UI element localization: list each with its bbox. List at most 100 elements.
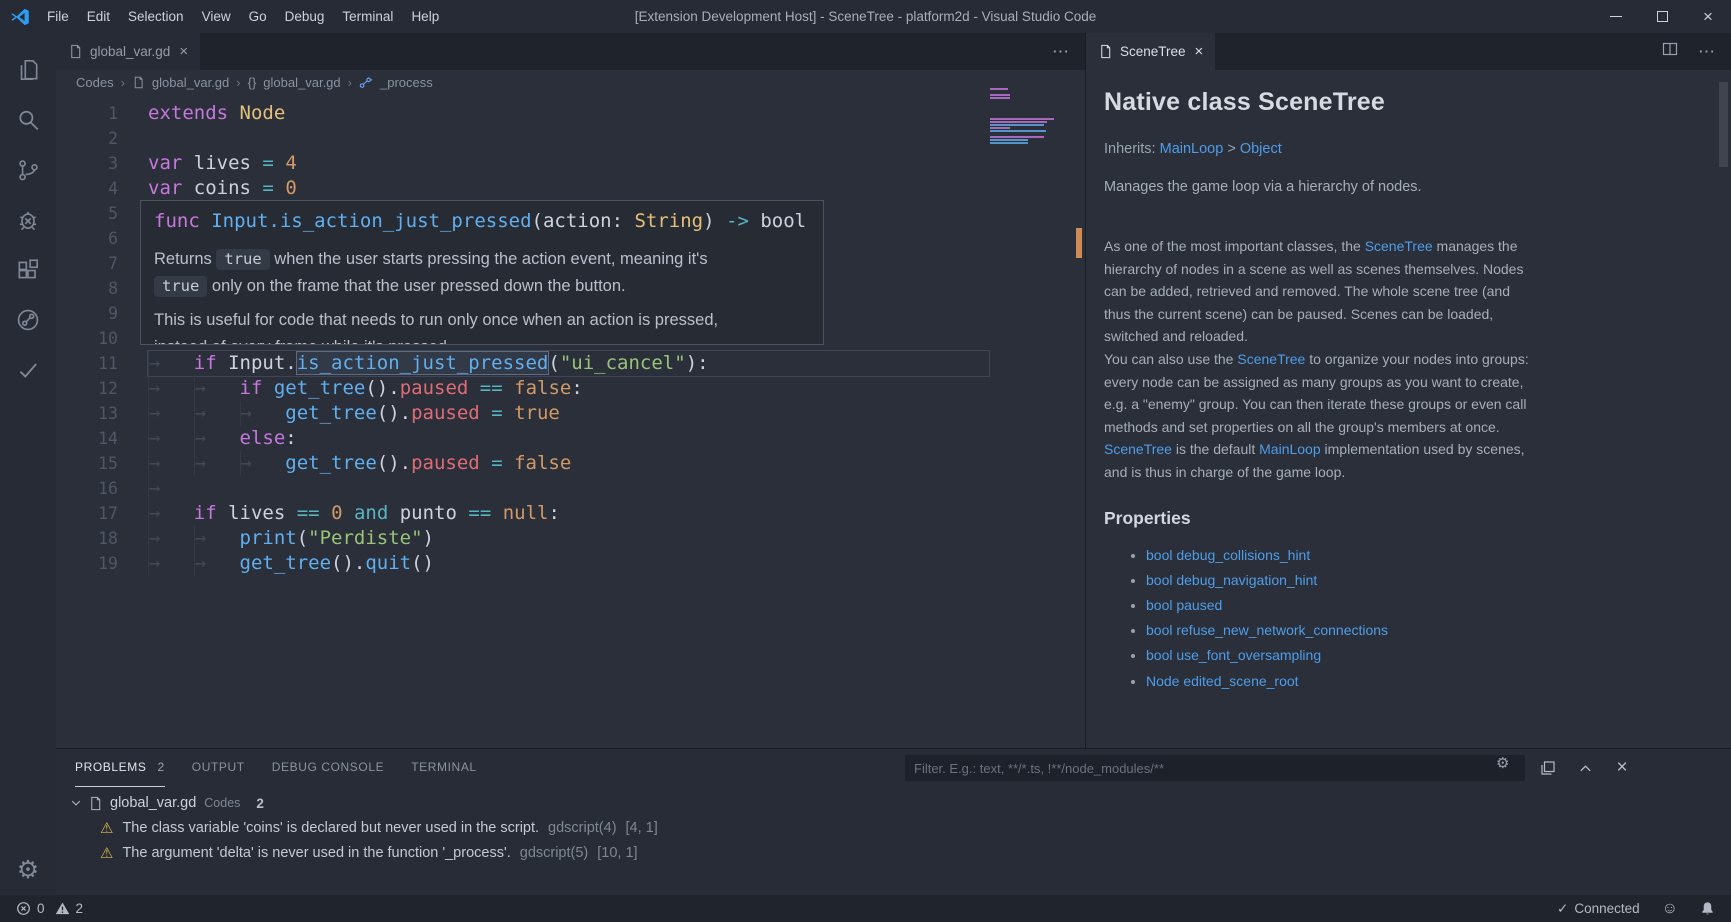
highlighted-word: is_action_just_pressed: [297, 352, 549, 374]
minimap-line: [990, 133, 996, 135]
code-line: 2: [56, 126, 1085, 151]
minimap[interactable]: [990, 88, 1062, 150]
close-panel-icon[interactable]: ×: [1612, 757, 1632, 779]
breadcrumb-folder[interactable]: Codes: [76, 75, 114, 90]
property-link[interactable]: bool refuse_new_network_connections: [1146, 618, 1711, 643]
line-content: →→if get_tree().paused == false:: [148, 376, 989, 401]
extensions-icon[interactable]: [4, 245, 52, 295]
line-number: 17: [56, 501, 118, 526]
doc-link[interactable]: SceneTree: [1237, 351, 1305, 367]
tab-scenetree[interactable]: SceneTree ×: [1086, 33, 1215, 70]
maximize-button[interactable]: [1639, 0, 1685, 33]
problems-count-badge: 2: [256, 796, 264, 811]
braces-symbol-icon: {}: [248, 75, 257, 90]
line-number: 10: [56, 326, 118, 351]
line-number: 7: [56, 251, 118, 276]
doc-link[interactable]: Object: [1240, 141, 1282, 157]
code-line: 13→→→get_tree().paused = true: [56, 401, 1085, 426]
connection-status[interactable]: ✓ Connected: [1557, 901, 1640, 917]
doc-title: Native class SceneTree: [1104, 88, 1711, 117]
line-number: 16: [56, 476, 118, 501]
tab-global-var-gd[interactable]: global_var.gd ×: [56, 33, 200, 70]
close-tab-icon[interactable]: ×: [177, 43, 190, 60]
live-share-icon[interactable]: [4, 295, 52, 345]
line-content: →: [148, 476, 989, 501]
minimap-line: [990, 97, 1010, 99]
doc-link[interactable]: MainLoop: [1160, 141, 1224, 157]
doc-scrollbar[interactable]: [1719, 82, 1728, 167]
problems-filter-input[interactable]: [905, 755, 1525, 781]
minimap-line: [990, 124, 1044, 126]
menu-debug[interactable]: Debug: [276, 0, 334, 33]
problems-status[interactable]: 0 2: [16, 901, 83, 916]
split-editor-icon[interactable]: [1662, 41, 1678, 62]
panel-tab-problems[interactable]: PROBLEMS2: [75, 749, 165, 787]
property-link[interactable]: Node edited_scene_root: [1146, 669, 1711, 694]
chevron-right-icon: ›: [121, 75, 125, 90]
panel-tab-output[interactable]: OUTPUT: [192, 749, 245, 787]
chevron-up-icon[interactable]: [1575, 761, 1595, 776]
errors-icon: [16, 901, 31, 916]
line-number: 2: [56, 126, 118, 151]
code-line: 12→→if get_tree().paused == false:: [56, 376, 1085, 401]
property-link[interactable]: bool debug_collisions_hint: [1146, 543, 1711, 568]
code-line: 15→→→get_tree().paused = false: [56, 451, 1085, 476]
debug-icon[interactable]: [4, 195, 52, 245]
hover-body: Returns true when the user starts pressi…: [141, 246, 823, 345]
doc-link[interactable]: SceneTree: [1365, 238, 1433, 254]
close-tab-icon[interactable]: ×: [1193, 43, 1206, 60]
notifications-bell-icon[interactable]: [1700, 901, 1715, 916]
warning-icon: ⚠: [100, 844, 113, 862]
property-link[interactable]: bool use_font_oversampling: [1146, 643, 1711, 668]
explorer-icon[interactable]: [4, 45, 52, 95]
more-actions-icon[interactable]: ⋯: [1052, 42, 1069, 62]
code-line: 14→→else:: [56, 426, 1085, 451]
menu-file[interactable]: File: [38, 0, 78, 33]
code-line: 1extends Node: [56, 101, 1085, 126]
restore-panel-icon[interactable]: [1538, 760, 1558, 776]
source-control-icon[interactable]: [4, 145, 52, 195]
menu-edit[interactable]: Edit: [78, 0, 119, 33]
line-number: 1: [56, 101, 118, 126]
code-line: 17→if lives == 0 and punto == null:: [56, 501, 1085, 526]
line-number: 8: [56, 276, 118, 301]
minimize-button[interactable]: [1593, 0, 1639, 33]
status-bar: 0 2 ✓ Connected ☺: [0, 895, 1731, 922]
more-actions-icon[interactable]: ⋯: [1698, 42, 1715, 62]
filter-gear-icon[interactable]: ⚙: [1496, 754, 1509, 772]
menu-selection[interactable]: Selection: [119, 0, 193, 33]
search-icon[interactable]: [4, 95, 52, 145]
problem-row[interactable]: ⚠The class variable 'coins' is declared …: [56, 815, 1731, 840]
vscode-window: FileEditSelectionViewGoDebugTerminalHelp…: [0, 0, 1731, 922]
menu-bar: FileEditSelectionViewGoDebugTerminalHelp: [38, 0, 448, 33]
breadcrumb-method[interactable]: _process: [380, 75, 433, 90]
feedback-smiley-icon[interactable]: ☺: [1662, 900, 1678, 918]
line-number: 15: [56, 451, 118, 476]
warning-count: 2: [76, 901, 84, 916]
close-button[interactable]: ×: [1685, 0, 1731, 33]
manage-gear-icon[interactable]: ⚙: [17, 855, 39, 885]
minimap-line: [990, 142, 1028, 144]
property-link[interactable]: bool paused: [1146, 593, 1711, 618]
breadcrumb-file[interactable]: global_var.gd: [152, 75, 229, 90]
line-number: 11: [56, 351, 118, 376]
window-controls: ×: [1593, 0, 1731, 33]
problem-row[interactable]: ⚠The argument 'delta' is never used in t…: [56, 840, 1731, 865]
menu-help[interactable]: Help: [402, 0, 448, 33]
menu-go[interactable]: Go: [240, 0, 276, 33]
breadcrumb-symbol-file[interactable]: global_var.gd: [263, 75, 340, 90]
doc-link[interactable]: SceneTree: [1104, 441, 1172, 457]
menu-terminal[interactable]: Terminal: [333, 0, 402, 33]
doc-link[interactable]: MainLoop: [1259, 441, 1321, 457]
test-check-icon[interactable]: [4, 345, 52, 395]
property-link[interactable]: bool debug_navigation_hint: [1146, 568, 1711, 593]
panel-tab-debug-console[interactable]: DEBUG CONSOLE: [272, 749, 385, 787]
file-icon: [88, 796, 103, 811]
problems-file-group[interactable]: global_var.gd Codes 2: [56, 791, 1731, 815]
window-title: [Extension Development Host] - SceneTree…: [635, 0, 1096, 33]
menu-view[interactable]: View: [193, 0, 240, 33]
panel-tab-terminal[interactable]: TERMINAL: [411, 749, 476, 787]
code-editor[interactable]: 1extends Node23var lives = 44var coins =…: [56, 95, 1085, 748]
line-number: 13: [56, 401, 118, 426]
activity-bar: ⚙: [0, 33, 56, 895]
